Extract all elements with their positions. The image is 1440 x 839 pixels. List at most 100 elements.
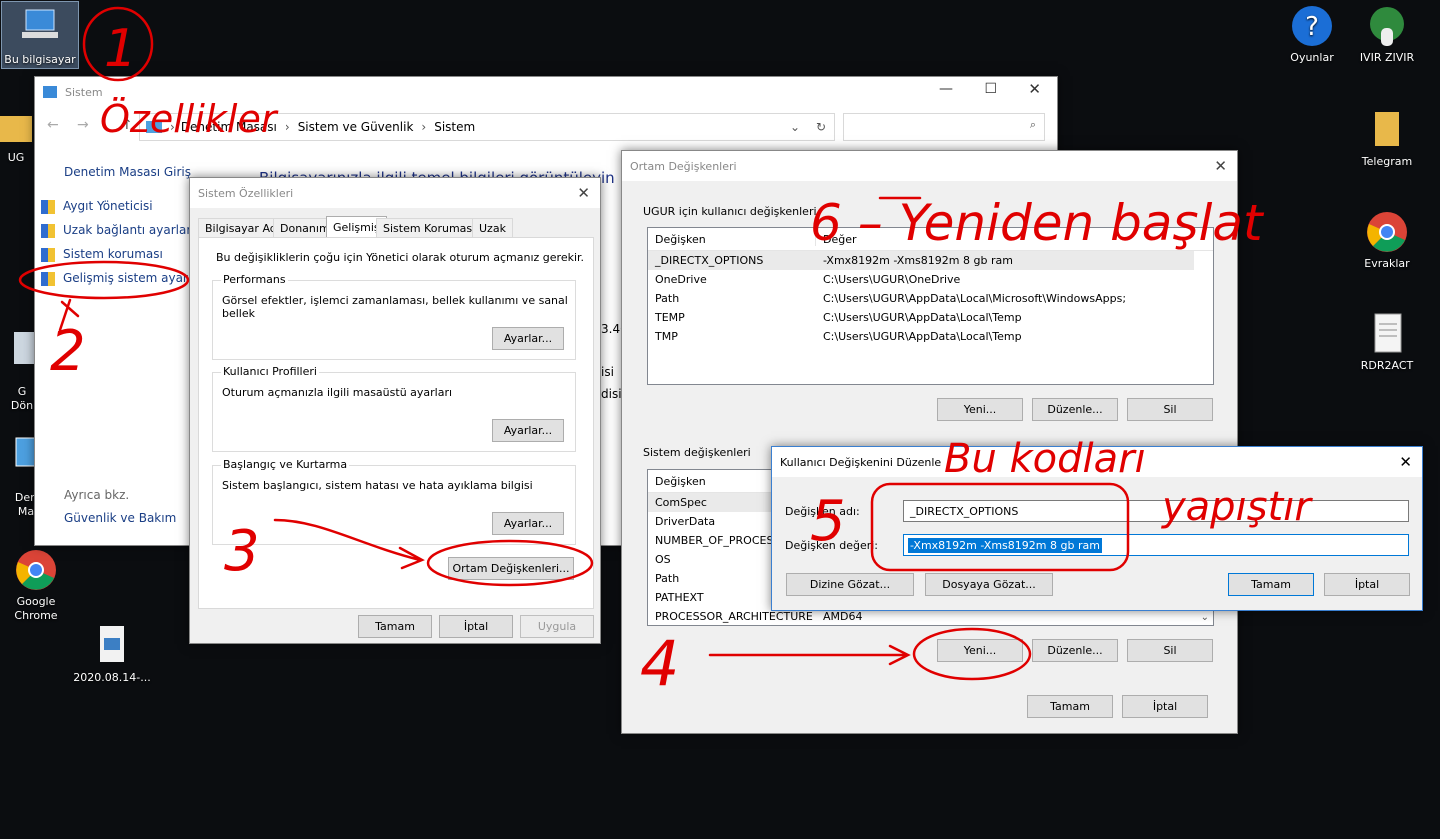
system-new-button[interactable]: Yeni...	[937, 639, 1023, 662]
browse-file-button[interactable]: Dosyaya Gözat...	[925, 573, 1053, 596]
desktop-icon-rdr2act[interactable]: RDR2ACT	[1349, 312, 1425, 373]
sidebar-item-remote[interactable]: Uzak bağlantı ayarları	[41, 223, 195, 238]
system-delete-button[interactable]: Sil	[1127, 639, 1213, 662]
button-label: Tamam	[1251, 578, 1291, 591]
button-label: Yeni...	[963, 644, 997, 657]
user-delete-button[interactable]: Sil	[1127, 398, 1213, 421]
desktop-icon-oyunlar[interactable]: ? Oyunlar	[1274, 4, 1350, 65]
environment-variables-button[interactable]: Ortam Değişkenleri...	[448, 557, 574, 580]
tab-system-protection[interactable]: Sistem Koruması	[376, 218, 483, 238]
desktop-icon-label: Telegram	[1361, 155, 1413, 168]
desktop-icon-evraklar[interactable]: Evraklar	[1349, 210, 1425, 271]
variable-value-field[interactable]: -Xmx8192m -Xms8192m 8 gb ram	[903, 534, 1409, 556]
partial-text: isi	[601, 365, 614, 379]
back-arrow-icon[interactable]: ←	[47, 117, 59, 133]
dialog-title: Ortam Değişkenleri	[630, 159, 737, 173]
group-title: Kullanıcı Profilleri	[221, 365, 319, 378]
group-title: Başlangıç ve Kurtarma	[221, 458, 350, 471]
desktop-icon-label: Bu bilgisayar	[4, 53, 76, 66]
apply-button[interactable]: Uygula	[520, 615, 594, 638]
breadcrumb-item[interactable]: Denetim Masası	[181, 120, 277, 134]
list-item[interactable]: TMP C:\Users\UGUR\AppData\Local\Temp	[648, 327, 1213, 346]
profiles-settings-button[interactable]: Ayarlar...	[492, 419, 564, 442]
user-new-button[interactable]: Yeni...	[937, 398, 1023, 421]
button-label: Tamam	[1050, 700, 1090, 713]
globe-icon	[1365, 4, 1409, 48]
minimize-button[interactable]: —	[939, 81, 953, 97]
system-icon	[43, 86, 57, 98]
button-label: Yeni...	[963, 403, 997, 416]
column-header-value[interactable]: Değer	[816, 233, 857, 246]
user-variables-list[interactable]: Değişken Değer _DIRECTX_OPTIONS -Xmx8192m…	[647, 227, 1214, 385]
desktop-icon-ivir-zivir[interactable]: IVIR ZIVIR	[1349, 4, 1425, 65]
ok-button[interactable]: Tamam	[358, 615, 432, 638]
list-item[interactable]: TEMP C:\Users\UGUR\AppData\Local\Temp	[648, 308, 1213, 327]
sidebar-home-link[interactable]: Denetim Masası Giriş	[64, 165, 191, 179]
text-file-icon	[1365, 312, 1409, 356]
dialog-title: Kullanıcı Değişkenini Düzenle	[780, 455, 942, 469]
variable-value: C:\Users\UGUR\AppData\Local\Temp	[823, 311, 1022, 324]
see-also-heading: Ayrıca bkz.	[64, 488, 130, 502]
browse-directory-button[interactable]: Dizine Gözat...	[786, 573, 914, 596]
startup-settings-button[interactable]: Ayarlar...	[492, 512, 564, 535]
button-label: Sil	[1163, 644, 1177, 657]
computer-icon	[18, 6, 62, 50]
group-description: Görsel efektler, işlemci zamanlaması, be…	[222, 294, 568, 320]
address-bar[interactable]: › Denetim Masası › Sistem ve Güvenlik › …	[139, 113, 835, 141]
close-button[interactable]: ✕	[1214, 157, 1227, 175]
cancel-button[interactable]: İptal	[439, 615, 513, 638]
sidebar-link-label: Uzak bağlantı ayarları	[63, 223, 195, 237]
variable-value: C:\Users\UGUR\OneDrive	[823, 273, 961, 286]
sidebar-item-device-manager[interactable]: Aygıt Yöneticisi	[41, 199, 153, 214]
chevron-down-icon[interactable]: ⌄	[1201, 612, 1209, 623]
tab-remote[interactable]: Uzak	[472, 218, 513, 238]
user-edit-button[interactable]: Düzenle...	[1032, 398, 1118, 421]
chevron-down-icon[interactable]: ⌄	[790, 120, 800, 134]
sidebar-item-advanced[interactable]: Gelişmiş sistem ayarları	[41, 271, 207, 286]
desktop-icon-video-file[interactable]: 2020.08.14-...	[72, 624, 152, 685]
list-item[interactable]: OneDrive C:\Users\UGUR\OneDrive	[648, 270, 1213, 289]
sidebar-item-protection[interactable]: Sistem koruması	[41, 247, 163, 262]
group-description: Sistem başlangıcı, sistem hatası ve hata…	[222, 479, 533, 492]
svg-text:?: ?	[1305, 12, 1319, 42]
variable-name: OneDrive	[655, 273, 707, 286]
cancel-button[interactable]: İptal	[1324, 573, 1410, 596]
maximize-button[interactable]: ☐	[984, 81, 997, 97]
up-arrow-icon[interactable]: ↑	[121, 117, 133, 133]
variable-name: TEMP	[655, 311, 685, 324]
breadcrumb-item[interactable]: Sistem	[434, 120, 475, 134]
desktop-icon-this-pc[interactable]: Bu bilgisayar	[1, 1, 79, 69]
desktop-icon-telegram[interactable]: Telegram	[1349, 108, 1425, 169]
control-panel-icon	[146, 121, 162, 133]
variable-name-field[interactable]: _DIRECTX_OPTIONS	[903, 500, 1409, 522]
search-input[interactable]: ⌕	[843, 113, 1045, 141]
list-item[interactable]: Path C:\Users\UGUR\AppData\Local\Microsof…	[648, 289, 1213, 308]
refresh-icon[interactable]: ↻	[816, 120, 826, 134]
list-item[interactable]: _DIRECTX_OPTIONS -Xmx8192m -Xms8192m 8 gb…	[648, 251, 1194, 270]
button-label: Düzenle...	[1047, 644, 1103, 657]
ok-button[interactable]: Tamam	[1228, 573, 1314, 596]
security-maintenance-link[interactable]: Güvenlik ve Bakım	[64, 511, 176, 525]
button-label: Dizine Gözat...	[809, 578, 891, 591]
sidebar-link-label: Aygıt Yöneticisi	[63, 199, 153, 213]
ok-button[interactable]: Tamam	[1027, 695, 1113, 718]
breadcrumb-item[interactable]: Sistem ve Güvenlik	[298, 120, 414, 134]
column-header-variable[interactable]: Değişken	[648, 232, 816, 246]
close-button[interactable]: ✕	[577, 184, 590, 202]
close-button[interactable]: ✕	[1028, 80, 1041, 98]
button-label: Ortam Değişkenleri...	[452, 562, 570, 575]
close-button[interactable]: ✕	[1399, 453, 1412, 471]
performance-settings-button[interactable]: Ayarlar...	[492, 327, 564, 350]
desktop-icon-label: Google Chrome	[14, 595, 58, 622]
forward-arrow-icon[interactable]: →	[77, 117, 89, 133]
system-edit-button[interactable]: Düzenle...	[1032, 639, 1118, 662]
sidebar-link-label: Gelişmiş sistem ayarları	[63, 271, 207, 285]
shield-icon	[41, 247, 55, 262]
button-label: İptal	[1152, 700, 1178, 713]
tab-label: Sistem Koruması	[383, 222, 476, 235]
help-icon: ?	[1290, 4, 1334, 48]
cancel-button[interactable]: İptal	[1122, 695, 1208, 718]
button-label: Ayarlar...	[503, 517, 553, 530]
user-vars-heading: UGUR için kullanıcı değişkenleri	[643, 205, 817, 218]
shield-icon	[41, 199, 55, 214]
